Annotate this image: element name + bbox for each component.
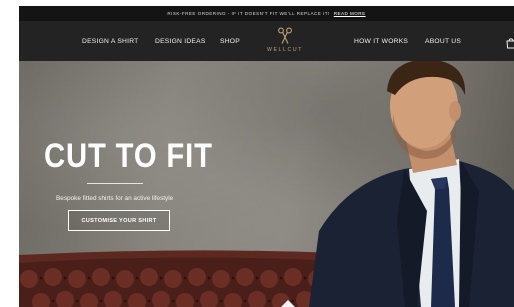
model-in-suit-image (309, 61, 514, 307)
scroll-caret-icon[interactable] (281, 300, 295, 307)
promo-text: RISK-FREE ORDERING - IF IT DOESN'T FIT W… (167, 11, 330, 16)
promo-bar: RISK-FREE ORDERING - IF IT DOESN'T FIT W… (19, 6, 514, 21)
nav-shop[interactable]: SHOP (220, 38, 240, 45)
hero-title: CUT TO FIT (44, 137, 213, 175)
main-nav: DESIGN A SHIRT DESIGN IDEAS SHOP WELLCUT… (19, 21, 514, 61)
hero-subtitle: Bespoke fitted shirts for an active life… (56, 195, 174, 202)
leather-sofa-image (19, 250, 339, 307)
nav-how-it-works[interactable]: HOW IT WORKS (354, 38, 408, 45)
website-frame: RISK-FREE ORDERING - IF IT DOESN'T FIT W… (19, 6, 514, 307)
hero-divider (87, 183, 143, 184)
nav-about-us[interactable]: ABOUT US (425, 38, 461, 45)
scissors-logo-icon (278, 27, 292, 44)
customise-shirt-button[interactable]: CUSTOMISE YOUR SHIRT (68, 210, 170, 231)
wellcut-logo[interactable]: WELLCUT (263, 27, 307, 59)
nav-design-a-shirt[interactable]: DESIGN A SHIRT (82, 38, 139, 45)
read-more-link[interactable]: READ MORE (334, 11, 366, 16)
shopping-bag-icon[interactable] (506, 36, 514, 54)
hero-banner: CUT TO FIT Bespoke fitted shirts for an … (19, 61, 514, 307)
nav-design-ideas[interactable]: DESIGN IDEAS (155, 38, 206, 45)
logo-text: WELLCUT (267, 47, 303, 53)
